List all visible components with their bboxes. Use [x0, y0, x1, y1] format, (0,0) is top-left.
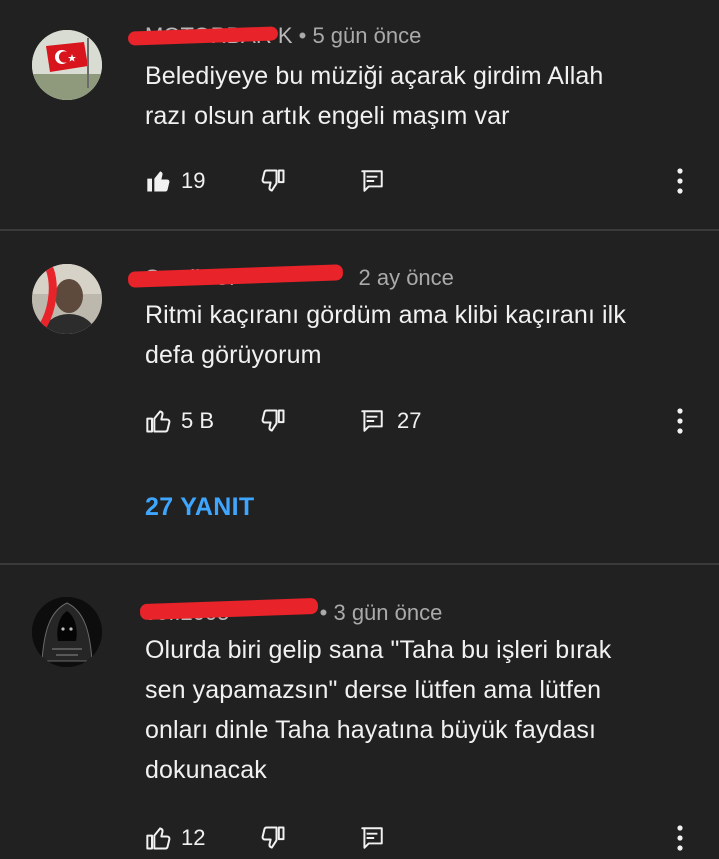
comment-text: Olurda biri gelip sana "Taha bu işleri b… — [145, 630, 685, 790]
timestamp: • 5 gün önce — [298, 23, 422, 48]
thumb-down-icon — [261, 169, 285, 192]
avatar[interactable] — [32, 597, 102, 667]
comment-line: razı olsun artık engeli maşım var — [145, 102, 510, 130]
dislike-button[interactable] — [259, 161, 287, 201]
person-avatar-icon — [32, 264, 102, 334]
like-count: 19 — [181, 168, 206, 193]
comment-line: Olurda biri gelip sana "Taha bu işleri b… — [145, 636, 612, 664]
thumb-up-icon — [146, 410, 171, 433]
comment: MOTORBAR K • 5 gün önce Belediyeye bu mü… — [0, 0, 719, 230]
comment-actions: 12 — [145, 818, 705, 858]
comment-line: onları dinle Taha hayatına büyük faydası — [145, 716, 597, 744]
view-replies-link[interactable]: 27 YANIT — [145, 493, 254, 522]
comment-text: Belediyeye bu müziği açarak girdim Allah… — [145, 56, 685, 136]
like-count: 5 B — [181, 408, 215, 433]
comment-line: Belediyeye bu müziği açarak girdim Allah — [145, 62, 604, 90]
vertical-dots-icon — [677, 825, 683, 851]
comment-line: defa görüyorum — [145, 341, 322, 369]
comment: Semih Ci 2 ay önce Ritmi kaçıranı gördüm… — [0, 231, 719, 563]
thumb-up-filled-icon — [147, 171, 170, 192]
timestamp: • 3 gün önce — [319, 600, 443, 625]
reply-button[interactable] — [359, 161, 385, 201]
reply-button[interactable] — [359, 818, 385, 858]
dislike-button[interactable] — [259, 401, 287, 441]
like-button[interactable]: 19 — [145, 161, 205, 201]
comment-actions: 5 B 27 — [145, 401, 705, 441]
timestamp: 2 ay önce — [358, 265, 454, 290]
reply-comment-icon — [361, 410, 383, 432]
avatar[interactable] — [32, 30, 102, 100]
turkish-flag-avatar-icon — [32, 30, 102, 100]
reply-comment-icon — [361, 827, 383, 849]
comment-line: Ritmi kaçıranı gördüm ama klibi kaçıranı… — [145, 301, 626, 329]
comment: ve..2005 • 3 gün önce Olurda biri gelip … — [0, 565, 719, 853]
like-button[interactable]: 5 B — [145, 401, 214, 441]
vertical-dots-icon — [677, 408, 683, 434]
vertical-dots-icon — [677, 168, 683, 194]
thumb-down-icon — [261, 409, 285, 432]
hooded-figure-avatar-icon — [32, 597, 102, 667]
thumb-down-icon — [261, 826, 285, 849]
reply-comment-icon — [361, 170, 383, 192]
reply-button[interactable]: 27 — [359, 401, 421, 441]
comment-actions: 19 — [145, 161, 705, 201]
comment-text: Ritmi kaçıranı gördüm ama klibi kaçıranı… — [145, 295, 685, 375]
dislike-button[interactable] — [259, 818, 287, 858]
like-button[interactable]: 12 — [145, 818, 205, 858]
thumb-up-icon — [146, 827, 171, 850]
more-options-button[interactable] — [670, 822, 690, 854]
reply-count: 27 — [397, 408, 422, 433]
comment-line: sen yapamazsın" derse lütfen ama lütfen — [145, 676, 602, 704]
more-options-button[interactable] — [670, 165, 690, 197]
comment-line: dokunacak — [145, 756, 267, 784]
more-options-button[interactable] — [670, 405, 690, 437]
like-count: 12 — [181, 825, 206, 850]
avatar[interactable] — [32, 264, 102, 334]
